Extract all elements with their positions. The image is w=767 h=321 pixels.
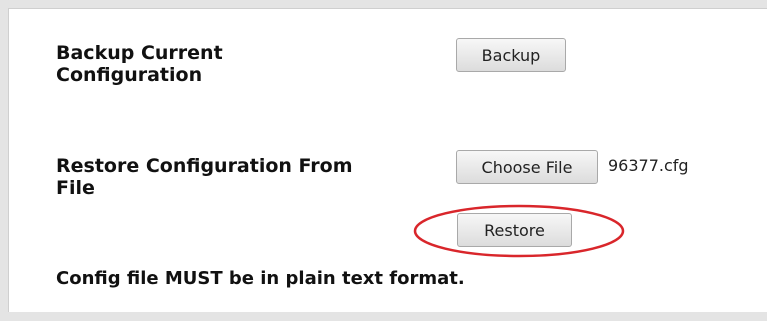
choose-file-button[interactable]: Choose File bbox=[456, 150, 598, 184]
restore-button[interactable]: Restore bbox=[457, 213, 572, 247]
frame-left-border bbox=[0, 0, 8, 321]
frame-bottom-border bbox=[0, 312, 767, 321]
frame-top-border bbox=[0, 0, 767, 8]
config-backup-restore-screen: Backup Current Configuration Backup Rest… bbox=[0, 0, 767, 321]
selected-file-name: 96377.cfg bbox=[608, 156, 689, 175]
backup-section-label: Backup Current Configuration bbox=[56, 42, 223, 86]
backup-button[interactable]: Backup bbox=[456, 38, 566, 72]
plain-text-format-note: Config file MUST be in plain text format… bbox=[56, 268, 465, 289]
restore-section-label: Restore Configuration From File bbox=[56, 155, 353, 199]
